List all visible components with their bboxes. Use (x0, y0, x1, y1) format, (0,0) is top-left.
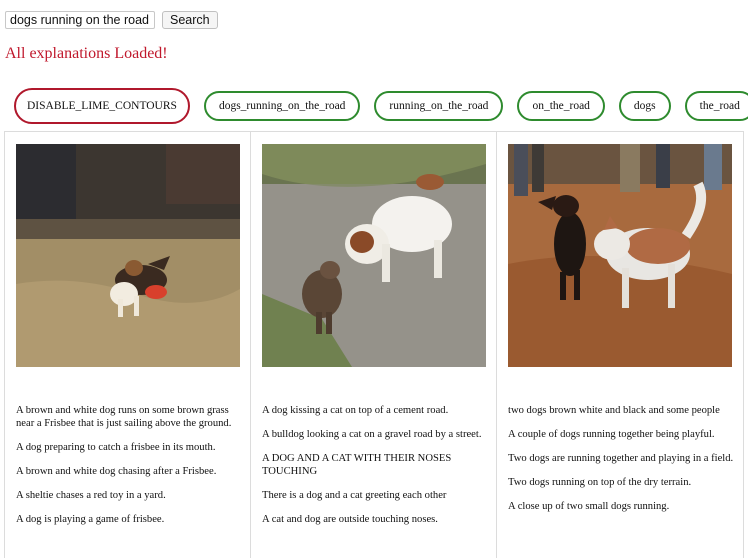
caption: A DOG AND A CAT WITH THEIR NOSES TOUCHIN… (262, 453, 452, 477)
filter-chip-disable-lime-contours[interactable]: DISABLE_LIME_CONTOURS (14, 88, 190, 124)
search-bar: Search (5, 11, 218, 29)
filter-chip-dogs-running-on-the-road[interactable]: dogs_running_on_the_road (203, 91, 361, 121)
caption: Two dogs are running together and playin… (508, 453, 734, 464)
caption: A cat and dog are outside touching noses… (262, 514, 438, 525)
result-image[interactable] (16, 144, 240, 367)
status-message: All explanations Loaded! (5, 45, 168, 62)
caption: There is a dog and a cat greeting each o… (262, 490, 447, 501)
caption: A brown and white dog chasing after a Fr… (16, 466, 217, 477)
caption: two dogs brown white and black and some … (508, 405, 720, 416)
caption: A bulldog looking a cat on a gravel road… (262, 429, 482, 440)
results-grid: A brown and white dog runs on some brown… (4, 131, 744, 558)
caption: A dog is playing a game of frisbee. (16, 514, 165, 525)
search-button[interactable]: Search (162, 11, 218, 29)
result-card: A brown and white dog runs on some brown… (5, 132, 251, 558)
filter-chip-the-road[interactable]: the_road (684, 91, 748, 121)
caption: A sheltie chases a red toy in a yard. (16, 490, 166, 501)
result-card: two dogs brown white and black and some … (497, 132, 743, 558)
search-input[interactable] (5, 11, 155, 29)
caption-list: A brown and white dog runs on some brown… (16, 404, 242, 537)
caption: A dog kissing a cat on top of a cement r… (262, 405, 449, 416)
caption: A brown and white dog runs on some brown… (16, 405, 232, 429)
caption: Two dogs running on top of the dry terra… (508, 477, 692, 488)
result-card: A dog kissing a cat on top of a cement r… (251, 132, 497, 558)
caption-list: two dogs brown white and black and some … (508, 404, 734, 524)
caption: A close up of two small dogs running. (508, 501, 670, 512)
caption: A dog preparing to catch a frisbee in it… (16, 442, 216, 453)
result-image[interactable] (508, 144, 732, 367)
filter-chip-on-the-road[interactable]: on_the_road (517, 91, 605, 121)
filter-chip-dogs[interactable]: dogs (618, 91, 671, 121)
caption: A couple of dogs running together being … (508, 429, 715, 440)
result-image[interactable] (262, 144, 486, 367)
filter-chip-running-on-the-road[interactable]: running_on_the_road (374, 91, 504, 121)
caption-list: A dog kissing a cat on top of a cement r… (262, 404, 488, 537)
filter-bar: DISABLE_LIME_CONTOURS dogs_running_on_th… (14, 88, 748, 124)
